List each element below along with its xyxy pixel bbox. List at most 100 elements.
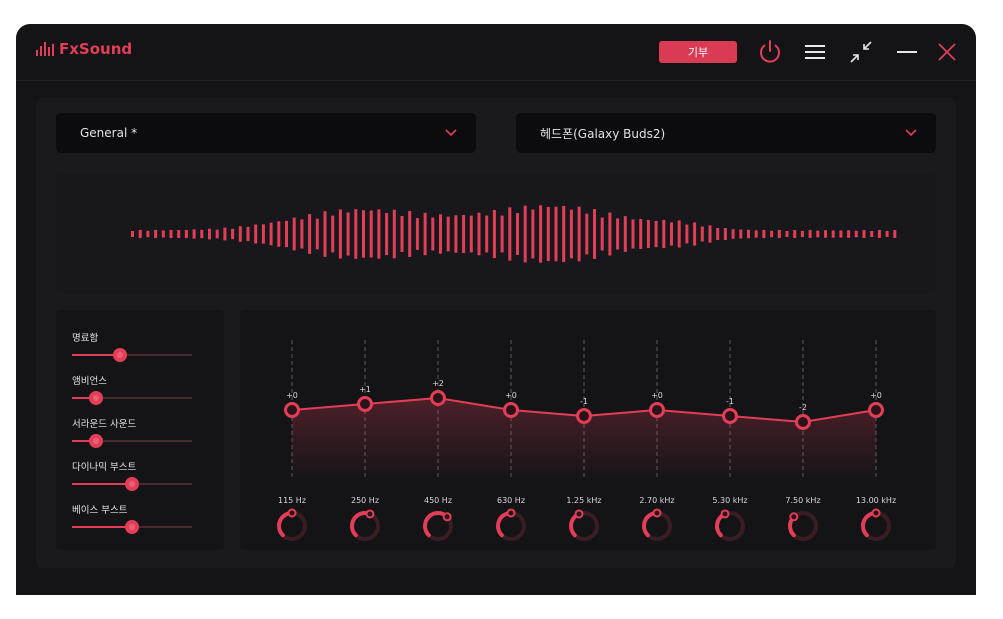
effect-row: 서라운드 사운드 [72,416,192,448]
band-knob-handle[interactable] [720,509,730,519]
visualizer-bar [285,220,288,248]
visualizer-bar [870,231,874,237]
effect-slider[interactable] [72,477,192,491]
band-knob-handle[interactable] [365,509,375,519]
visualizer-bar [338,209,342,259]
visualizer-bar [485,215,489,253]
app-name: FxSound [59,40,133,58]
visualizer-bar [631,219,635,249]
band-frequency-label: 630 Hz [497,496,525,505]
band-knob-handle[interactable] [574,509,584,519]
shrink-icon[interactable] [846,37,876,67]
visualizer-bar [184,229,188,239]
band-gain-label: -1 [580,397,588,406]
visualizer-bar [354,209,358,259]
effect-slider[interactable] [72,391,192,405]
visualizer-bar [346,212,350,256]
visualizer-bar [246,226,250,242]
visualizer-bar [762,229,766,239]
band-knob-handle[interactable] [287,508,297,518]
band-handle[interactable] [795,414,811,430]
band-handle[interactable] [284,402,300,418]
effect-slider[interactable] [72,434,192,448]
visualizer-bar [831,230,835,238]
slider-fill [72,526,132,528]
visualizer-bar [516,213,519,255]
visualizer-bar [777,229,781,239]
preset-value: General * [80,126,138,140]
slider-thumb[interactable] [113,348,127,362]
effect-slider[interactable] [72,348,192,362]
visualizer-bar [639,219,643,249]
power-icon[interactable] [755,37,785,67]
visualizer-bar [800,230,804,238]
visualizer-bar [469,215,473,253]
title-bar: FxSound 기부 [16,24,976,81]
visualizer-bar [462,215,466,253]
visualizer-bar [785,231,789,237]
band-handle[interactable] [722,408,738,424]
band-handle[interactable] [430,390,446,406]
visualizer-bar [439,214,442,254]
visualizer-bar [146,230,150,238]
band-handle[interactable] [868,402,884,418]
visualizer-bar [708,225,712,243]
band-knob-handle[interactable] [652,508,662,518]
band-handle[interactable] [649,402,665,418]
output-device-dropdown[interactable]: 헤드폰(Galaxy Buds2) [516,113,936,153]
effect-slider[interactable] [72,520,192,534]
effect-label: 베이스 부스트 [72,505,128,516]
visualizer-bar [500,215,504,253]
output-device-value: 헤드폰(Galaxy Buds2) [540,126,666,141]
slider-thumb[interactable] [89,391,103,405]
visualizer-bar [862,230,866,238]
visualizer-bar [231,228,235,240]
visualizer-bar [654,220,658,248]
effect-row: 다이나믹 부스트 [72,459,192,491]
visualizer-bar [308,214,312,254]
visualizer-bar [577,206,581,262]
visualizer-bar [723,227,727,241]
visualizer-bar [261,224,265,244]
band-knob-handle[interactable] [789,512,799,522]
visualizer-bar [716,227,720,241]
visualizer-bar [423,212,427,256]
band-knob-handle[interactable] [871,508,881,518]
visualizer-bar [369,210,373,258]
visualizer-bar [546,206,550,262]
band-gain-label: -2 [799,403,807,412]
visualizer-bar [154,229,158,239]
band-knob-handle[interactable] [506,508,516,518]
visualizer-bar [593,209,596,259]
donate-button[interactable]: 기부 [659,41,737,63]
visualizer-bar [693,222,697,246]
effects-panel: 명료함 앰비언스 서라운드 사운드 다이나믹 부스트 베이스 부스트 [56,310,224,550]
visualizer-bar [392,209,396,259]
band-frequency-label: 250 Hz [351,496,379,505]
band-handle[interactable] [503,402,519,418]
audio-visualizer [56,174,936,294]
close-icon[interactable] [932,37,962,67]
visualizer-bar [254,224,258,244]
slider-thumb[interactable] [89,434,103,448]
band-knob-handle[interactable] [442,512,452,522]
visualizer-bar [385,212,389,256]
slider-thumb[interactable] [125,477,139,491]
visualizer-bar [415,218,419,250]
minimize-icon[interactable] [892,37,922,67]
menu-icon[interactable] [800,37,830,67]
visualizer-bar [331,215,335,253]
band-frequency-label: 2.70 kHz [639,496,674,505]
band-frequency-label: 7.50 kHz [785,496,820,505]
visualizer-bar [608,212,612,256]
band-handle[interactable] [576,408,592,424]
slider-thumb[interactable] [125,520,139,534]
app-window: FxSound 기부 General * 헤드폰(Galaxy Buds2) 명… [16,24,976,595]
preset-dropdown[interactable]: General * [56,113,476,153]
visualizer-bar [492,209,496,259]
main-panel: General * 헤드폰(Galaxy Buds2) 명료함 앰비언스 서라운드 … [36,98,956,568]
visualizer-bar [269,222,273,246]
visualizer-bar [408,211,412,257]
visualizer-bar [877,230,881,238]
band-handle[interactable] [357,396,373,412]
